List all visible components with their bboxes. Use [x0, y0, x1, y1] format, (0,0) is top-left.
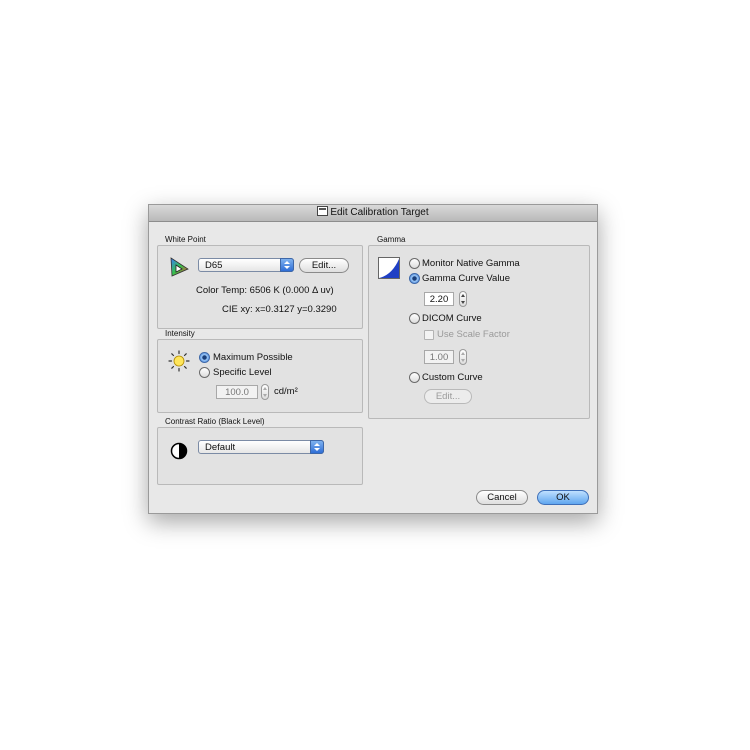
- scale-factor-stepper[interactable]: [459, 349, 467, 365]
- white-point-edit-button[interactable]: Edit...: [299, 258, 349, 273]
- dicom-curve-label: DICOM Curve: [422, 313, 482, 324]
- white-point-label: White Point: [165, 235, 206, 244]
- radio-monitor-native-gamma[interactable]: [409, 258, 420, 269]
- intensity-group: Maximum Possible Specific Level 100.0 cd…: [157, 339, 363, 413]
- level-unit-text: cd/m²: [274, 386, 298, 397]
- gamma-curve-value-label: Gamma Curve Value: [422, 273, 510, 284]
- ok-button[interactable]: OK: [537, 490, 589, 505]
- scale-factor-input[interactable]: 1.00: [424, 350, 454, 364]
- contrast-icon: [170, 442, 188, 460]
- contrast-ratio-select[interactable]: Default: [198, 440, 324, 454]
- custom-curve-label: Custom Curve: [422, 372, 483, 383]
- dialog-title: Edit Calibration Target: [330, 207, 429, 218]
- cie-xy-text: CIE xy: x=0.3127 y=0.3290: [222, 304, 337, 315]
- gamma-group: Monitor Native Gamma Gamma Curve Value 2…: [368, 245, 590, 419]
- specific-level-input[interactable]: 100.0: [216, 385, 258, 399]
- display-icon: [317, 206, 329, 216]
- maximum-possible-label: Maximum Possible: [213, 352, 293, 363]
- sun-icon: [168, 350, 190, 372]
- contrast-ratio-label: Contrast Ratio (Black Level): [165, 417, 265, 426]
- white-point-group: D65 Edit... Color Temp: 6506 K (0.000 Δ …: [157, 245, 363, 329]
- contrast-ratio-group: Default: [157, 427, 363, 485]
- intensity-label: Intensity: [165, 329, 195, 338]
- popup-arrows-icon: [310, 440, 324, 454]
- popup-arrows-icon: [280, 258, 294, 272]
- white-point-select[interactable]: D65: [198, 258, 294, 272]
- radio-maximum-possible[interactable]: [199, 352, 210, 363]
- specific-level-label: Specific Level: [213, 367, 272, 378]
- radio-specific-level[interactable]: [199, 367, 210, 378]
- gamma-curve-icon: [378, 257, 400, 279]
- use-scale-factor-checkbox[interactable]: [424, 330, 434, 340]
- color-temp-text: Color Temp: 6506 K (0.000 Δ uv): [196, 285, 334, 296]
- specific-level-stepper[interactable]: [261, 384, 269, 400]
- edit-calibration-target-dialog: Edit Calibration Target White Point D65 …: [148, 204, 598, 514]
- radio-dicom-curve[interactable]: [409, 313, 420, 324]
- radio-custom-curve[interactable]: [409, 372, 420, 383]
- gamma-label: Gamma: [377, 235, 406, 244]
- use-scale-factor-label: Use Scale Factor: [437, 329, 510, 340]
- cancel-button[interactable]: Cancel: [476, 490, 528, 505]
- gamma-value-input[interactable]: 2.20: [424, 292, 454, 306]
- color-gamut-icon: [170, 257, 189, 277]
- white-point-value: D65: [205, 260, 223, 271]
- radio-gamma-curve-value[interactable]: [409, 273, 420, 284]
- custom-curve-edit-button[interactable]: Edit...: [424, 389, 472, 404]
- contrast-ratio-value: Default: [205, 442, 236, 453]
- gamma-value-stepper[interactable]: [459, 291, 467, 307]
- title-bar: Edit Calibration Target: [149, 205, 597, 222]
- monitor-native-gamma-label: Monitor Native Gamma: [422, 258, 520, 269]
